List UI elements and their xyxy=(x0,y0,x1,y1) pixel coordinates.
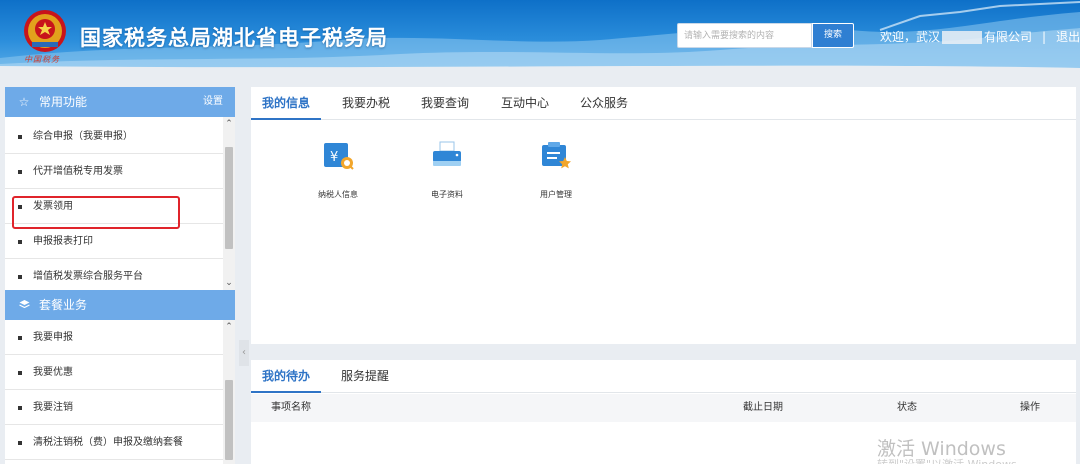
package-business-panel: 套餐业务 我要申报 我要优惠 我要注销 清税注销税（费）申报及缴纳套餐 ⌃ xyxy=(5,290,235,464)
header-separator: | xyxy=(1042,30,1047,44)
tile-user-management-label: 用户管理 xyxy=(540,190,572,199)
settings-link[interactable]: 设置 xyxy=(203,87,223,117)
svg-text:¥: ¥ xyxy=(330,150,338,165)
tile-taxpayer-info-label: 纳税人信息 xyxy=(318,190,358,199)
tile-taxpayer-info[interactable]: ¥ 纳税人信息 xyxy=(293,137,383,200)
tab-my-info[interactable]: 我的信息 xyxy=(251,87,322,120)
welcome-text: 欢迎， xyxy=(880,30,917,44)
common-functions-scrollbar[interactable]: ⌃ ⌄ xyxy=(223,117,235,290)
column-deadline: 截止日期 xyxy=(743,402,783,413)
windows-activation-hint: 转到"设置"以激活 Windows。 xyxy=(877,456,1028,464)
user-area: 欢迎，武汉 有限公司 | 退出 xyxy=(880,28,1080,45)
package-business-header[interactable]: 套餐业务 xyxy=(5,290,235,320)
highlight-annotation xyxy=(12,196,180,229)
tab-handle-tax[interactable]: 我要办税 xyxy=(342,87,390,120)
company-name-suffix: 有限公司 xyxy=(984,30,1033,44)
company-name-prefix: 武汉 xyxy=(916,30,941,44)
menu-item-deregister[interactable]: 我要注销 xyxy=(5,390,223,425)
tab-service-reminder[interactable]: 服务提醒 xyxy=(341,360,389,393)
scroll-up-icon[interactable]: ⌃ xyxy=(223,117,235,131)
info-tabs: 我的信息 我要办税 我要查询 互动中心 公众服务 xyxy=(251,87,1076,120)
tile-electronic-materials[interactable]: 电子资料 xyxy=(402,137,492,200)
user-management-icon xyxy=(542,142,571,169)
common-functions-header[interactable]: ☆ 常用功能 设置 xyxy=(5,87,235,117)
redacted-company-name xyxy=(942,31,983,44)
package-business-scrollbar[interactable]: ⌃ xyxy=(223,320,235,464)
tab-public-service[interactable]: 公众服务 xyxy=(580,87,628,120)
search-input[interactable] xyxy=(677,23,812,48)
scrollbar-thumb[interactable] xyxy=(225,147,233,249)
printer-icon xyxy=(433,141,461,166)
scrollbar-thumb[interactable] xyxy=(225,380,233,460)
star-outline-icon: ☆ xyxy=(18,95,30,109)
common-functions-panel: ☆ 常用功能 设置 综合申报（我要申报） 代开增值税专用发票 发票领用 申报报表打… xyxy=(5,87,235,290)
package-business-title: 套餐业务 xyxy=(39,298,88,312)
todo-table-header: 事项名称 截止日期 状态 操作 xyxy=(251,394,1076,422)
column-status: 状态 xyxy=(897,402,917,413)
tax-emblem-icon xyxy=(24,10,66,52)
my-info-card: 我的信息 我要办税 我要查询 互动中心 公众服务 ¥ 纳税人信息 电子资料 用户… xyxy=(251,87,1076,344)
menu-item-declare[interactable]: 我要申报 xyxy=(5,320,223,355)
taxpayer-info-icon: ¥ xyxy=(324,143,354,170)
menu-item-comprehensive-declaration[interactable]: 综合申报（我要申报） xyxy=(5,119,223,154)
column-item-name: 事项名称 xyxy=(271,402,311,413)
todo-tabs: 我的待办 服务提醒 xyxy=(251,360,1076,393)
tile-electronic-materials-label: 电子资料 xyxy=(431,190,463,199)
layers-icon xyxy=(17,290,31,320)
search-button[interactable]: 搜索 xyxy=(812,23,854,48)
package-business-list: 我要申报 我要优惠 我要注销 清税注销税（费）申报及缴纳套餐 ⌃ xyxy=(5,320,235,464)
logout-link[interactable]: 退出 xyxy=(1056,30,1080,44)
site-header: 中国税务 国家税务总局湖北省电子税务局 搜索 欢迎，武汉 有限公司 | 退出 xyxy=(0,0,1080,72)
column-action: 操作 xyxy=(1020,402,1040,413)
tile-user-management[interactable]: 用户管理 xyxy=(511,137,601,200)
site-title: 国家税务总局湖北省电子税务局 xyxy=(80,26,388,50)
emblem-script-text: 中国税务 xyxy=(24,55,60,64)
tab-interaction-center[interactable]: 互动中心 xyxy=(501,87,549,120)
menu-item-preferential[interactable]: 我要优惠 xyxy=(5,355,223,390)
common-functions-title: 常用功能 xyxy=(39,95,88,109)
menu-item-issue-vat-special-invoice[interactable]: 代开增值税专用发票 xyxy=(5,154,223,189)
menu-item-tax-clearance-package[interactable]: 清税注销税（费）申报及缴纳套餐 xyxy=(5,425,223,460)
tab-query[interactable]: 我要查询 xyxy=(421,87,469,120)
tab-my-todo[interactable]: 我的待办 xyxy=(251,360,322,393)
menu-item-declaration-report-print[interactable]: 申报报表打印 xyxy=(5,224,223,259)
menu-item-vat-invoice-platform[interactable]: 增值税发票综合服务平台 xyxy=(5,259,223,290)
scroll-down-icon[interactable]: ⌄ xyxy=(223,276,235,290)
collapse-sidebar-button[interactable]: ‹ xyxy=(239,340,249,366)
scroll-up-icon[interactable]: ⌃ xyxy=(223,320,235,334)
